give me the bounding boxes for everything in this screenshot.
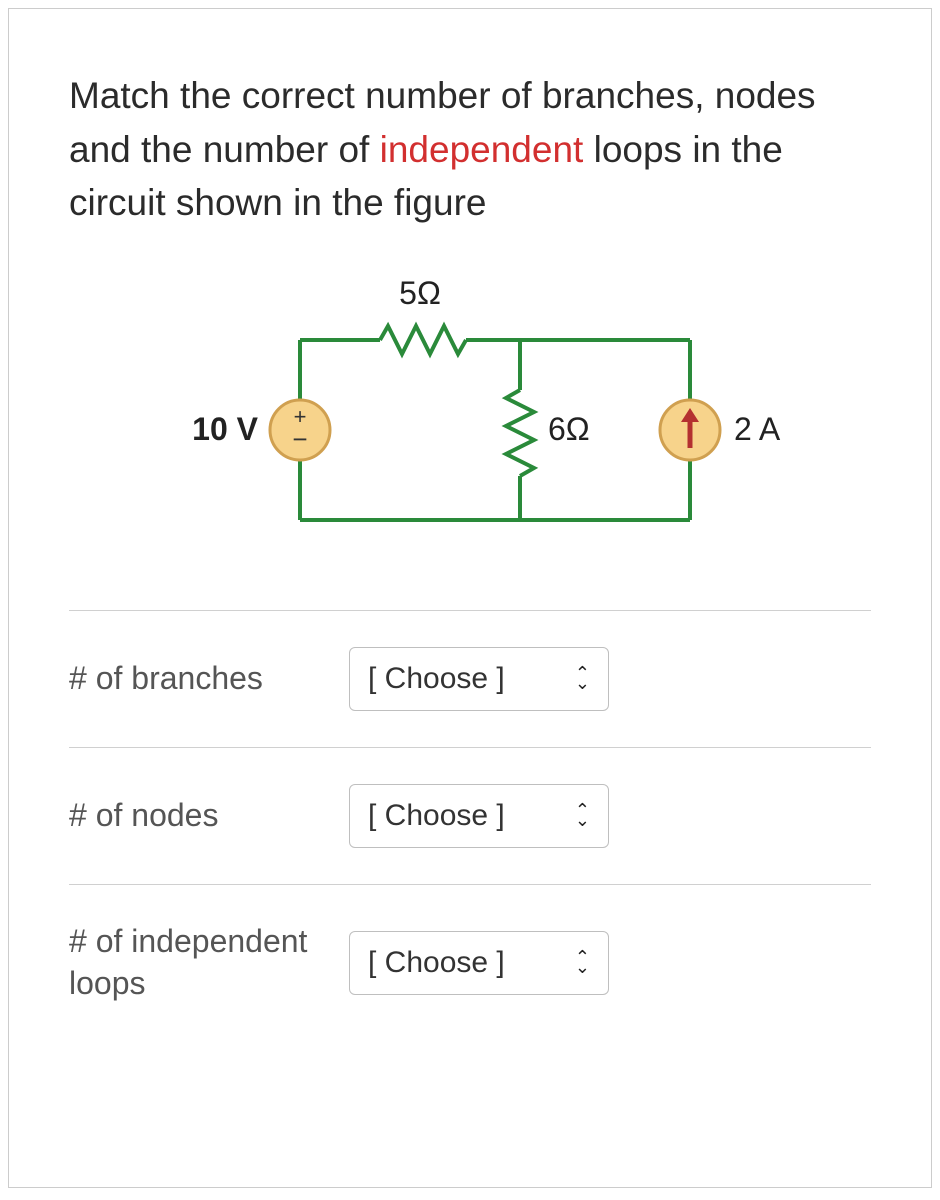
select-nodes-value: [ Choose ] (368, 799, 505, 833)
label-v-src: 10 V (192, 411, 258, 447)
select-branches[interactable]: [ Choose ] ⌃⌄ (349, 647, 609, 711)
label-loops: # of independent loops (69, 921, 349, 1004)
chevron-updown-icon: ⌃⌄ (575, 669, 590, 689)
chevron-updown-icon: ⌃⌄ (575, 953, 590, 973)
question-highlight: independent (380, 129, 584, 170)
select-loops[interactable]: [ Choose ] ⌃⌄ (349, 931, 609, 995)
label-r-mid: 6Ω (548, 411, 590, 447)
label-branches: # of branches (69, 658, 349, 700)
select-loops-value: [ Choose ] (368, 946, 505, 980)
svg-text:−: − (292, 424, 307, 454)
match-row-branches: # of branches [ Choose ] ⌃⌄ (69, 610, 871, 747)
question-card: Match the correct number of branches, no… (8, 8, 932, 1188)
label-r-top: 5Ω (399, 275, 441, 311)
label-i-src: 2 A (734, 411, 781, 447)
select-branches-value: [ Choose ] (368, 662, 505, 696)
chevron-updown-icon: ⌃⌄ (575, 806, 590, 826)
circuit-figure: + − 5Ω 10 V 6Ω 2 A (69, 260, 871, 560)
match-row-nodes: # of nodes [ Choose ] ⌃⌄ (69, 747, 871, 884)
label-nodes: # of nodes (69, 795, 349, 837)
circuit-svg: + − 5Ω 10 V 6Ω 2 A (150, 260, 790, 560)
match-row-loops: # of independent loops [ Choose ] ⌃⌄ (69, 884, 871, 1040)
question-text: Match the correct number of branches, no… (69, 69, 871, 230)
select-nodes[interactable]: [ Choose ] ⌃⌄ (349, 784, 609, 848)
